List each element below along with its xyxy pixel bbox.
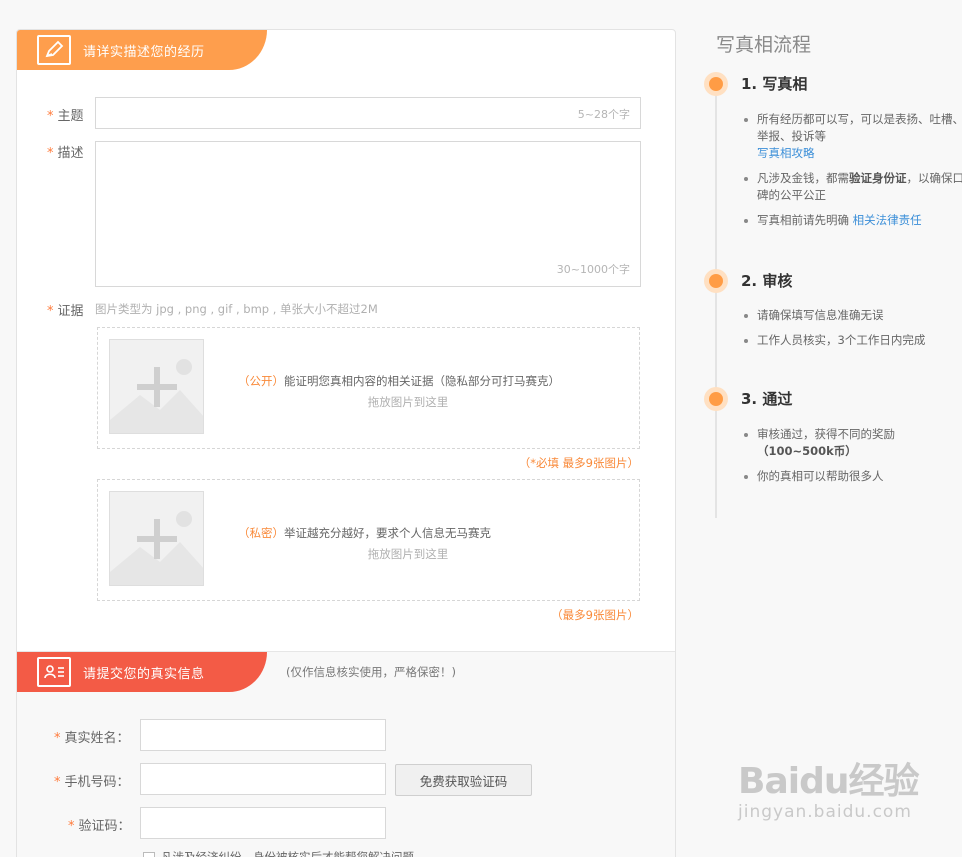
drop-hint: 拖放图片到这里	[367, 395, 449, 409]
list-item: 所有经历都可以写，可以是表扬、吐槽、举报、投诉等 写真相攻略	[742, 111, 962, 162]
image-placeholder-icon	[110, 492, 203, 585]
baidu-jingyan-watermark: Baidu经验 jingyan.baidu.com	[738, 761, 919, 822]
verify-code-input[interactable]	[140, 807, 386, 839]
phone-input[interactable]	[140, 763, 386, 795]
private-evidence-dropzone[interactable]: （私密）举证越充分越好，要求个人信息无马赛克 拖放图片到这里	[97, 479, 640, 601]
experience-form-card: 请详实描述您的经历 * 主题 5~28个字 * 描述 30~1000个字 * 证据 图…	[16, 29, 676, 857]
step-title: 3. 通过	[741, 390, 793, 408]
section-title: 请提交您的真实信息	[83, 666, 205, 682]
list-item: 凡涉及金钱，都需验证身份证，以确保口碑的公平公正	[742, 170, 962, 204]
description-hint: 30~1000个字	[556, 263, 630, 276]
private-zone-text: 举证越充分越好，要求个人信息无马赛克	[284, 526, 491, 540]
agree-checkbox[interactable]	[143, 852, 155, 857]
private-tag: （私密）	[238, 526, 284, 540]
agree-checkbox-label: 凡涉及经济纠纷，身份被核实后才能帮您解决问题	[161, 850, 414, 857]
subject-hint: 5~28个字	[577, 108, 630, 121]
get-code-button[interactable]: 免费获取验证码	[395, 764, 532, 796]
description-textarea[interactable]: 30~1000个字	[95, 141, 641, 287]
description-label: * 描述	[47, 146, 84, 161]
list-item: 请确保填写信息准确无误	[742, 307, 962, 324]
public-zone-text: 能证明您真相内容的相关证据（隐私部分可打马赛克）	[284, 374, 560, 388]
step-title: 1. 写真相	[741, 75, 808, 93]
step-3-bullets: 审核通过，获得不同的奖励 （100~500k币） 你的真相可以帮助很多人	[742, 426, 962, 493]
public-tag: （公开）	[238, 374, 284, 388]
private-image-limit: （最多9张图片）	[551, 608, 639, 622]
real-name-label: * 真实姓名：	[54, 731, 130, 746]
phone-label: * 手机号码：	[54, 775, 130, 790]
evidence-hint: 图片类型为 jpg , png , gif , bmp , 单张大小不超过2M	[95, 302, 378, 316]
edit-icon	[37, 35, 71, 65]
list-item: 审核通过，获得不同的奖励 （100~500k币）	[742, 426, 962, 460]
list-item: 工作人员核实，3个工作日内完成	[742, 332, 962, 349]
id-card-icon	[37, 657, 71, 687]
public-evidence-dropzone[interactable]: （公开）能证明您真相内容的相关证据（隐私部分可打马赛克） 拖放图片到这里	[97, 327, 640, 449]
step-dot-icon	[704, 269, 728, 293]
legal-liability-link[interactable]: 相关法律责任	[853, 213, 922, 227]
subject-label: * 主题	[47, 109, 84, 124]
timeline-line	[715, 84, 717, 518]
public-image-limit: （*必填 最多9张图片）	[518, 456, 639, 470]
evidence-label: * 证据	[47, 304, 84, 319]
image-placeholder-icon	[110, 340, 203, 433]
section-banner-personal-info: 请提交您的真实信息	[17, 652, 267, 692]
list-item: 写真相前请先明确 相关法律责任	[742, 212, 962, 229]
process-title: 写真相流程	[716, 34, 812, 56]
add-image-button[interactable]	[109, 491, 204, 586]
guide-link[interactable]: 写真相攻略	[757, 146, 815, 160]
section-banner-experience: 请详实描述您的经历	[17, 30, 267, 70]
step-dot-icon	[704, 72, 728, 96]
step-2-bullets: 请确保填写信息准确无误 工作人员核实，3个工作日内完成	[742, 307, 962, 357]
step-1-bullets: 所有经历都可以写，可以是表扬、吐槽、举报、投诉等 写真相攻略 凡涉及金钱，都需验…	[742, 111, 962, 237]
section-title: 请详实描述您的经历	[83, 44, 205, 60]
real-name-input[interactable]	[140, 719, 386, 751]
step-title: 2. 审核	[741, 272, 793, 290]
verify-code-label: * 验证码：	[68, 819, 131, 834]
subject-input[interactable]: 5~28个字	[95, 97, 641, 129]
privacy-note: (仅作信息核实使用，严格保密！)	[286, 665, 456, 679]
step-dot-icon	[704, 387, 728, 411]
list-item: 你的真相可以帮助很多人	[742, 468, 962, 485]
add-image-button[interactable]	[109, 339, 204, 434]
drop-hint: 拖放图片到这里	[367, 547, 449, 561]
